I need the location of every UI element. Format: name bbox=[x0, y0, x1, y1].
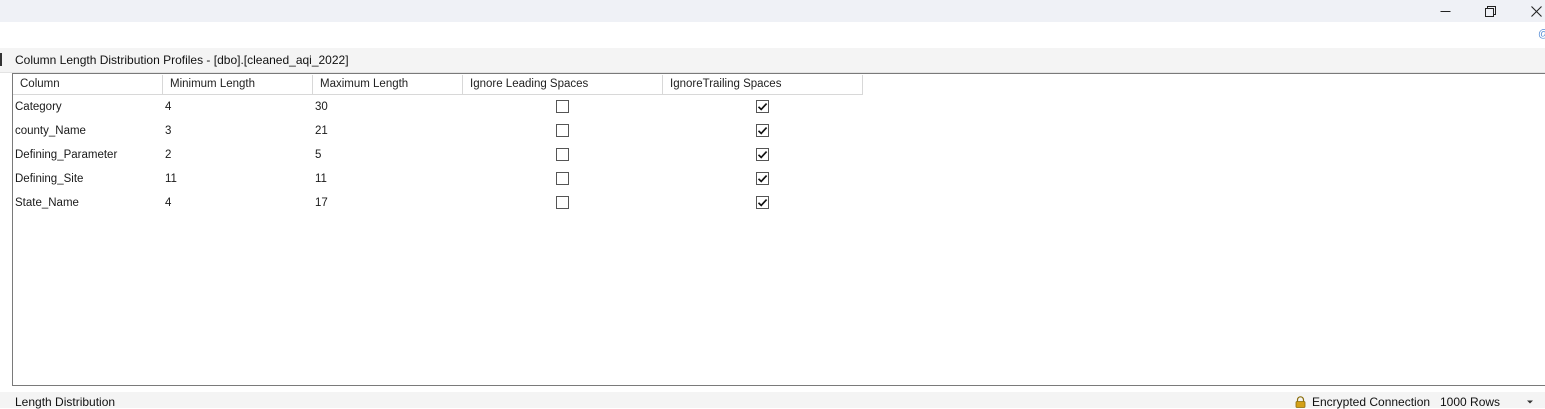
chevron-down-icon[interactable] bbox=[1526, 399, 1534, 405]
length-distribution-label: Length Distribution bbox=[15, 395, 116, 409]
table-row[interactable]: Category 4 30 bbox=[13, 95, 863, 119]
ignore-leading-spaces-checkbox[interactable] bbox=[556, 124, 569, 137]
header-ignore-trailing-spaces[interactable]: IgnoreTrailing Spaces bbox=[663, 75, 862, 94]
cell-minimum-length: 2 bbox=[165, 149, 172, 161]
table-row[interactable]: State_Name 4 17 bbox=[13, 191, 863, 215]
cell-minimum-length: 3 bbox=[165, 125, 172, 137]
close-button[interactable] bbox=[1513, 0, 1545, 22]
header-maximum-length[interactable]: Maximum Length bbox=[313, 75, 463, 94]
ignore-trailing-spaces-checkbox[interactable] bbox=[756, 124, 769, 137]
ignore-trailing-spaces-checkbox[interactable] bbox=[756, 196, 769, 209]
lock-icon bbox=[1295, 396, 1306, 408]
table-row[interactable]: Defining_Parameter 2 5 bbox=[13, 143, 863, 167]
header-column[interactable]: Column bbox=[13, 75, 163, 94]
close-icon bbox=[1530, 5, 1542, 17]
cell-maximum-length: 11 bbox=[315, 173, 327, 185]
cell-minimum-length: 11 bbox=[165, 173, 177, 185]
cell-minimum-length: 4 bbox=[165, 101, 172, 113]
ignore-trailing-spaces-checkbox[interactable] bbox=[756, 172, 769, 185]
header-ignore-leading-spaces[interactable]: Ignore Leading Spaces bbox=[463, 75, 663, 94]
ignore-trailing-spaces-checkbox[interactable] bbox=[756, 148, 769, 161]
cell-maximum-length: 5 bbox=[315, 149, 322, 161]
cell-minimum-length: 4 bbox=[165, 197, 172, 209]
cell-column-name: county_Name bbox=[15, 125, 86, 137]
window-titlebar bbox=[0, 0, 1545, 22]
ignore-trailing-spaces-checkbox[interactable] bbox=[756, 100, 769, 113]
panel-splitter-edge[interactable] bbox=[0, 53, 2, 66]
minimize-icon bbox=[1440, 10, 1450, 12]
encrypted-connection-status: Encrypted Connection bbox=[1312, 395, 1431, 409]
panel-title: Column Length Distribution Profiles - [d… bbox=[15, 53, 349, 67]
ignore-leading-spaces-checkbox[interactable] bbox=[556, 100, 569, 113]
rows-count-status[interactable]: 1000 Rows bbox=[1440, 395, 1500, 409]
ignore-leading-spaces-checkbox[interactable] bbox=[556, 172, 569, 185]
cell-maximum-length: 30 bbox=[315, 101, 328, 113]
table-row[interactable]: Defining_Site 11 11 bbox=[13, 167, 863, 191]
cell-maximum-length: 21 bbox=[315, 125, 328, 137]
restore-icon bbox=[1484, 5, 1496, 17]
cell-column-name: State_Name bbox=[15, 197, 79, 209]
cell-column-name: Defining_Parameter bbox=[15, 149, 118, 161]
grid-header: Column Minimum Length Maximum Length Ign… bbox=[13, 75, 863, 95]
help-icon[interactable]: @ bbox=[1538, 28, 1545, 40]
header-minimum-length[interactable]: Minimum Length bbox=[163, 75, 313, 94]
ignore-leading-spaces-checkbox[interactable] bbox=[556, 196, 569, 209]
ignore-leading-spaces-checkbox[interactable] bbox=[556, 148, 569, 161]
cell-column-name: Category bbox=[15, 101, 62, 113]
restore-button[interactable] bbox=[1467, 0, 1513, 22]
cell-column-name: Defining_Site bbox=[15, 173, 84, 185]
table-row[interactable]: county_Name 3 21 bbox=[13, 119, 863, 143]
minimize-button[interactable] bbox=[1422, 0, 1468, 22]
cell-maximum-length: 17 bbox=[315, 197, 328, 209]
